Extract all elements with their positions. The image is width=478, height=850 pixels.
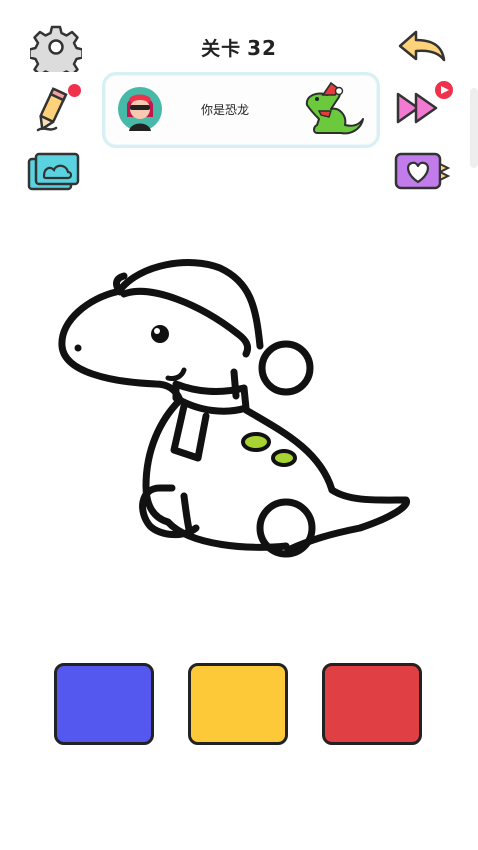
hint-button[interactable]: [30, 82, 84, 136]
dinosaur-drawing-canvas[interactable]: [50, 250, 420, 570]
fast-forward-icon: [396, 81, 453, 124]
palette-swatch-blue[interactable]: [54, 663, 154, 745]
level-label: 关卡: [201, 38, 242, 60]
palette-swatch-yellow[interactable]: [188, 663, 288, 745]
dinosaur-thumbnail-icon: [305, 81, 364, 135]
photo-stack-icon: [27, 152, 80, 191]
palette-swatch-red[interactable]: [322, 663, 422, 745]
hint-notification-badge: [68, 84, 81, 97]
undo-arrow-icon: [398, 30, 446, 62]
side-scrollbar[interactable]: [470, 88, 478, 168]
back-button[interactable]: [394, 26, 450, 68]
heart-card-icon: [394, 152, 451, 190]
gallery-button[interactable]: [26, 150, 84, 194]
prompt-banner: 你是恐龙: [102, 72, 380, 148]
avatar: [118, 87, 162, 131]
skip-level-button[interactable]: [394, 80, 458, 130]
level-number: 32: [247, 36, 277, 60]
favorite-button[interactable]: [392, 150, 454, 194]
prompt-text: 你是恐龙: [201, 103, 250, 117]
